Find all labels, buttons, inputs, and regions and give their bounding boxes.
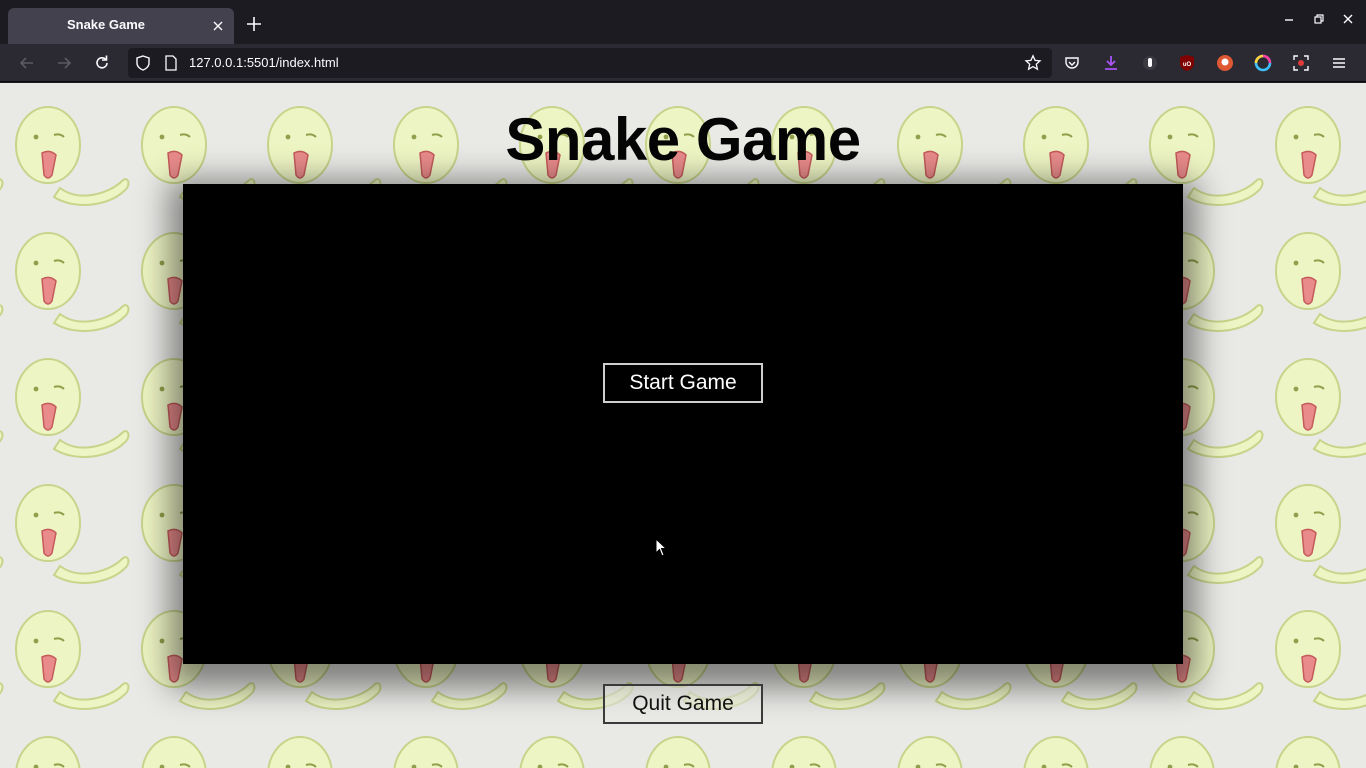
url-bar[interactable]: 127.0.0.1:5501/index.html	[128, 48, 1052, 78]
extension-icon[interactable]	[1141, 54, 1159, 72]
star-icon[interactable]	[1024, 54, 1042, 72]
download-icon[interactable]	[1102, 54, 1120, 72]
navigation-toolbar: 127.0.0.1:5501/index.html uO	[0, 44, 1366, 82]
url-text[interactable]: 127.0.0.1:5501/index.html	[189, 48, 339, 78]
duckduckgo-icon[interactable]	[1216, 54, 1234, 72]
quit-game-button[interactable]: Quit Game	[603, 684, 763, 724]
start-game-button[interactable]: Start Game	[603, 363, 763, 403]
forward-icon[interactable]	[54, 53, 74, 73]
page-viewport: Snake Game Start Game Quit Game	[0, 83, 1366, 768]
screenshot-icon[interactable]	[1292, 54, 1310, 72]
close-window-icon[interactable]	[1341, 12, 1355, 26]
tab-title: Snake Game	[66, 17, 146, 32]
page-icon	[165, 55, 177, 71]
browser-tab[interactable]: Snake Game	[8, 8, 234, 44]
shield-icon[interactable]	[134, 54, 152, 72]
page-title: Snake Game	[505, 106, 861, 173]
back-icon[interactable]	[17, 53, 37, 73]
menu-icon[interactable]	[1330, 54, 1348, 72]
restore-icon[interactable]	[1312, 12, 1326, 26]
new-tab-icon[interactable]	[244, 14, 264, 34]
color-picker-icon[interactable]	[1254, 54, 1272, 72]
minimize-icon[interactable]	[1282, 12, 1296, 26]
reload-icon[interactable]	[92, 53, 112, 73]
tab-strip: Snake Game	[0, 0, 1366, 44]
game-board[interactable]: Start Game	[183, 184, 1183, 664]
pocket-icon[interactable]	[1063, 54, 1081, 72]
mouse-cursor-icon	[655, 538, 667, 557]
ublock-icon[interactable]: uO	[1178, 54, 1196, 72]
svg-text:uO: uO	[1183, 62, 1192, 68]
close-tab-icon[interactable]	[210, 18, 226, 34]
